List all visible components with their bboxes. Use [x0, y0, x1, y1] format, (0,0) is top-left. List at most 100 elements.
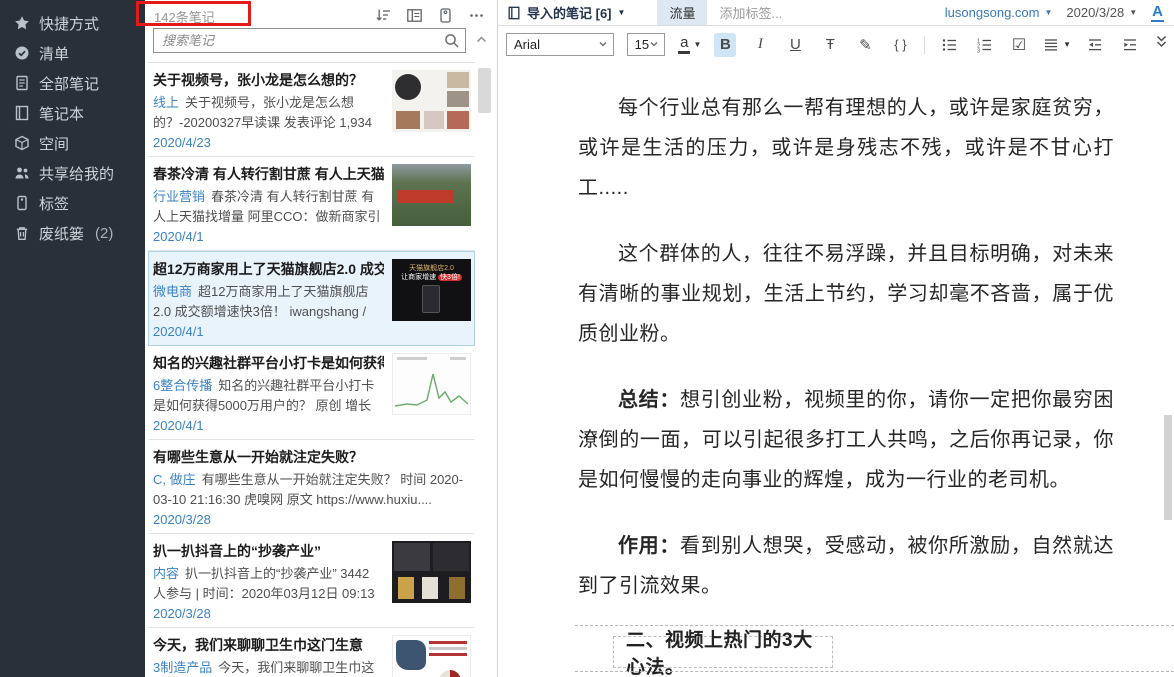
font-color-icon: a	[678, 35, 690, 54]
paragraph-text: 每个行业总有那么一帮有理想的人，或许是家庭贫穷，或许是生活的压力，或许是身残志不…	[578, 97, 1114, 199]
sidebar-item-spaces[interactable]: 空间	[0, 128, 145, 158]
sidebar-item-trash[interactable]: 废纸篓 (2)	[0, 218, 145, 248]
font-size-select[interactable]: 15	[627, 33, 665, 56]
note-list-item-selected[interactable]: 超12万商家用上了天猫旗舰店2.0 成交额... 微电商超12万商家用上了天猫旗…	[148, 251, 475, 346]
sidebar-item-shortcuts[interactable]: 快捷方式	[0, 8, 145, 38]
sidebar-item-notebooks[interactable]: 笔记本	[0, 98, 145, 128]
paragraph-text: 这个群体的人，往往不易浮躁，并且目标明确，对未来有清晰的事业规划，生活上节约，学…	[578, 243, 1114, 345]
layout-view-icon[interactable]	[405, 6, 423, 24]
note-date-selector[interactable]: 2020/3/28 ▼	[1066, 5, 1137, 20]
note-list-item[interactable]: 今天，我们来聊聊卫生巾这门生意 3制造产品今天，我们来聊聊卫生巾这门生意 爆款法…	[148, 628, 475, 677]
more-tools-button[interactable]	[1154, 34, 1169, 55]
check-circle-icon	[13, 45, 30, 62]
strikethrough-button[interactable]: Ŧ	[819, 33, 841, 57]
all-notes-icon	[13, 75, 30, 92]
note-category-link[interactable]: C, 做庄	[153, 472, 196, 487]
note-snippet: 6整合传播知名的兴趣社群平台小打卡是如何获得5000万用户的？ 原创 增长黑盒.…	[153, 376, 384, 416]
note-category-link[interactable]: 行业营销	[153, 189, 205, 204]
tag-label-icon[interactable]	[436, 6, 454, 24]
notebook-label: 导入的笔记 [6]	[527, 3, 612, 22]
note-thumbnail	[392, 541, 471, 603]
space-cube-icon	[13, 135, 30, 152]
sidebar-item-tags[interactable]: 标签	[0, 188, 145, 218]
chevron-down-icon	[649, 37, 659, 52]
account-selector[interactable]: lusongsong.com ▼	[945, 5, 1053, 20]
trash-count-badge: (2)	[95, 225, 113, 242]
note-list-item[interactable]: 扒一扒抖音上的“抄袭产业” 内容扒一扒抖音上的“抄袭产业” 3442 人参与 |…	[148, 534, 475, 628]
note-category-link[interactable]: 6整合传播	[153, 378, 212, 393]
list-header-toolbar	[374, 6, 485, 24]
note-list-panel: 142条笔记	[145, 0, 498, 677]
trash-icon	[13, 225, 30, 242]
tag-chip[interactable]: 流量	[657, 0, 707, 25]
sidebar-item-checklist[interactable]: 清单	[0, 38, 145, 68]
tag-icon	[13, 195, 30, 212]
chevron-up-icon[interactable]	[475, 33, 488, 51]
align-icon	[1043, 37, 1059, 53]
note-snippet: 行业营销春茶冷清 有人转行割甘蔗 有人上天猫找增量 阿里CCO：做新商家引路..…	[153, 187, 384, 227]
note-category-link[interactable]: 3制造产品	[153, 660, 212, 675]
search-box	[153, 28, 466, 53]
highlighter-button[interactable]: ✎	[854, 33, 876, 57]
sidebar-item-all-notes[interactable]: 全部笔记	[0, 68, 145, 98]
note-category-link[interactable]: 线上	[153, 95, 179, 110]
align-button[interactable]: ▼	[1043, 37, 1071, 53]
paragraph: 这个群体的人，往往不易浮躁，并且目标明确，对未来有清晰的事业规划，生活上节约，学…	[578, 234, 1114, 354]
sort-icon[interactable]	[374, 6, 392, 24]
chevron-down-icon: ▼	[1129, 9, 1137, 17]
font-size-value: 15	[635, 37, 649, 52]
note-thumbnail	[392, 70, 471, 132]
note-title: 知名的兴趣社群平台小打卡是如何获得5...	[153, 353, 384, 373]
shared-people-icon	[13, 165, 30, 182]
note-list-item[interactable]: 关于视频号，张小龙是怎么想的？ 线上关于视频号，张小龙是怎么想的？-202003…	[148, 63, 475, 157]
note-date: 2020/3/28	[153, 512, 471, 527]
checkbox-button[interactable]: ☑	[1008, 33, 1030, 57]
note-title: 关于视频号，张小龙是怎么想的？	[153, 70, 384, 90]
editor-info-bar: 导入的笔记 [6] ▼ 流量 添加标签... lusongsong.com ▼ …	[498, 0, 1174, 26]
note-category-link[interactable]: 微电商	[153, 284, 192, 299]
list-scrollbar-thumb[interactable]	[478, 68, 491, 113]
numbered-list-button[interactable]: 123	[973, 33, 995, 57]
font-family-value: Arial	[514, 37, 540, 52]
note-date-label: 2020/3/28	[1066, 5, 1124, 20]
reader-mode-icon[interactable]: A	[1151, 3, 1164, 22]
note-snippet-text: 有哪些生意从一开始就注定失败？ 时间 2020-03-10 21:16:30 虎…	[153, 472, 463, 507]
note-title: 有哪些生意从一开始就注定失败？	[153, 447, 471, 467]
note-thumbnail	[392, 353, 471, 415]
sidebar-item-shared-with-me[interactable]: 共享给我的	[0, 158, 145, 188]
note-list-item[interactable]: 有哪些生意从一开始就注定失败？ C, 做庄有哪些生意从一开始就注定失败？ 时间 …	[148, 440, 475, 534]
italic-button[interactable]: I	[749, 33, 771, 57]
notebook-selector[interactable]: 导入的笔记 [6] ▼	[507, 3, 625, 22]
note-snippet: 3制造产品今天，我们来聊聊卫生巾这门生意 爆款法则 • 2020-03-08 2…	[153, 658, 384, 677]
sidebar-item-label: 标签	[39, 193, 69, 214]
note-snippet: 微电商超12万商家用上了天猫旗舰店2.0 成交额增速快3倍！ iwangshan…	[153, 282, 384, 322]
note-category-link[interactable]: 内容	[153, 566, 179, 581]
note-list-item[interactable]: 春茶冷清 有人转行割甘蔗 有人上天猫找... 行业营销春茶冷清 有人转行割甘蔗 …	[148, 157, 475, 251]
note-list-item[interactable]: 知名的兴趣社群平台小打卡是如何获得5... 6整合传播知名的兴趣社群平台小打卡是…	[148, 346, 475, 440]
chevron-down-icon: ▼	[693, 40, 701, 49]
font-family-select[interactable]: Arial	[506, 33, 614, 56]
bullet-list-button[interactable]	[938, 33, 960, 57]
section-heading: 二、视频上热门的3大心法。	[626, 625, 832, 677]
more-dots-icon[interactable]	[467, 6, 485, 24]
add-tag-placeholder[interactable]: 添加标签...	[719, 3, 782, 22]
notebook-icon	[507, 6, 521, 20]
editor-scrollbar-thumb[interactable]	[1164, 415, 1172, 520]
underline-button[interactable]: U	[784, 33, 806, 57]
sidebar-item-label: 快捷方式	[39, 13, 99, 34]
outdent-button[interactable]	[1084, 33, 1106, 57]
paragraph: 总结：想引创业粉，视频里的你，请你一定把你最穷困潦倒的一面，可以引起很多打工人共…	[578, 380, 1114, 500]
sidebar-item-label: 空间	[39, 133, 69, 154]
table-dashed-border-bottom	[575, 671, 1174, 672]
note-thumbnail: 天猫旗舰店2.0 让商家增速 快3倍!	[392, 259, 471, 321]
search-icon[interactable]	[443, 32, 461, 55]
indent-button[interactable]	[1119, 33, 1141, 57]
bold-button[interactable]: B	[714, 33, 736, 57]
note-editor-body[interactable]: 每个行业总有那么一帮有理想的人，或许是家庭贫穷，或许是生活的压力，或许是身残志不…	[498, 62, 1174, 677]
search-input[interactable]	[154, 29, 465, 52]
paragraph-bold-prefix: 总结：	[618, 389, 680, 411]
chevron-down-icon	[598, 37, 608, 52]
note-count-label: 142条笔记	[154, 7, 215, 26]
code-button[interactable]: { }	[889, 33, 911, 57]
font-color-button[interactable]: a ▼	[678, 35, 701, 54]
